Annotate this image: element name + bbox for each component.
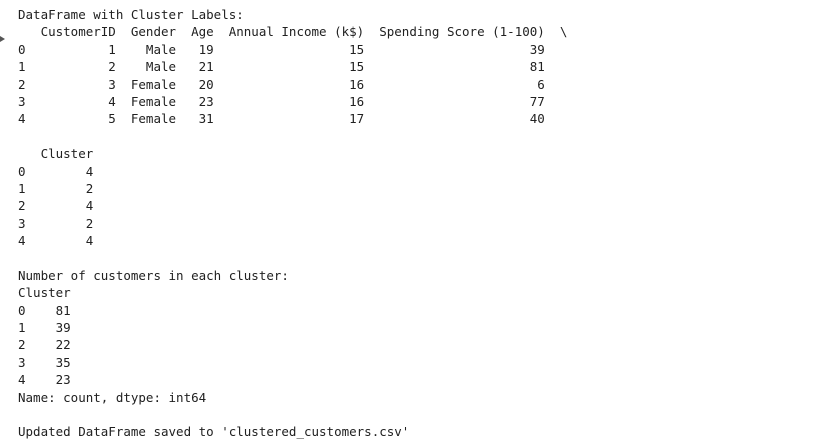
list-item: 0 81 bbox=[18, 302, 71, 318]
output-heading: Number of customers in each cluster: bbox=[18, 267, 289, 283]
cell-output: DataFrame with Cluster Labels: CustomerI… bbox=[18, 6, 567, 441]
status-message: Updated DataFrame saved to 'clustered_cu… bbox=[18, 424, 410, 440]
table-row: 1 2 bbox=[18, 180, 109, 196]
table-row: 3 2 bbox=[18, 215, 109, 231]
list-item: 2 22 bbox=[18, 337, 71, 353]
table-row: 1 2 Male 21 15 81 bbox=[18, 59, 568, 75]
table-row: 3 4 Female 23 16 77 bbox=[18, 93, 568, 109]
table-row: 0 4 bbox=[18, 163, 109, 179]
series-index-name: Cluster bbox=[18, 285, 71, 301]
dataframe-block: DataFrame with Cluster Labels: CustomerI… bbox=[18, 6, 567, 128]
table-row: 4 5 Female 31 17 40 bbox=[18, 111, 568, 127]
list-item: 1 39 bbox=[18, 320, 71, 336]
series-dtype-footer: Name: count, dtype: int64 bbox=[18, 389, 207, 405]
cluster-counts-block: Number of customers in each cluster: Clu… bbox=[18, 267, 567, 406]
list-item: 3 35 bbox=[18, 354, 71, 370]
table-row: 4 4 bbox=[18, 233, 109, 249]
cluster-column-block: Cluster 0 4 1 2 2 4 3 2 4 4 bbox=[18, 145, 567, 249]
save-message-block: Updated DataFrame saved to 'clustered_cu… bbox=[18, 423, 567, 440]
table-row: 2 4 bbox=[18, 198, 109, 214]
table-header-row: CustomerID Gender Age Annual Income (k$)… bbox=[18, 24, 568, 40]
table-header-row: Cluster bbox=[18, 146, 109, 162]
table-row: 0 1 Male 19 15 39 bbox=[18, 41, 568, 57]
table-row: 2 3 Female 20 16 6 bbox=[18, 76, 568, 92]
list-item: 4 23 bbox=[18, 372, 71, 388]
collapse-arrow-icon[interactable] bbox=[0, 36, 5, 42]
output-heading: DataFrame with Cluster Labels: bbox=[18, 7, 244, 22]
